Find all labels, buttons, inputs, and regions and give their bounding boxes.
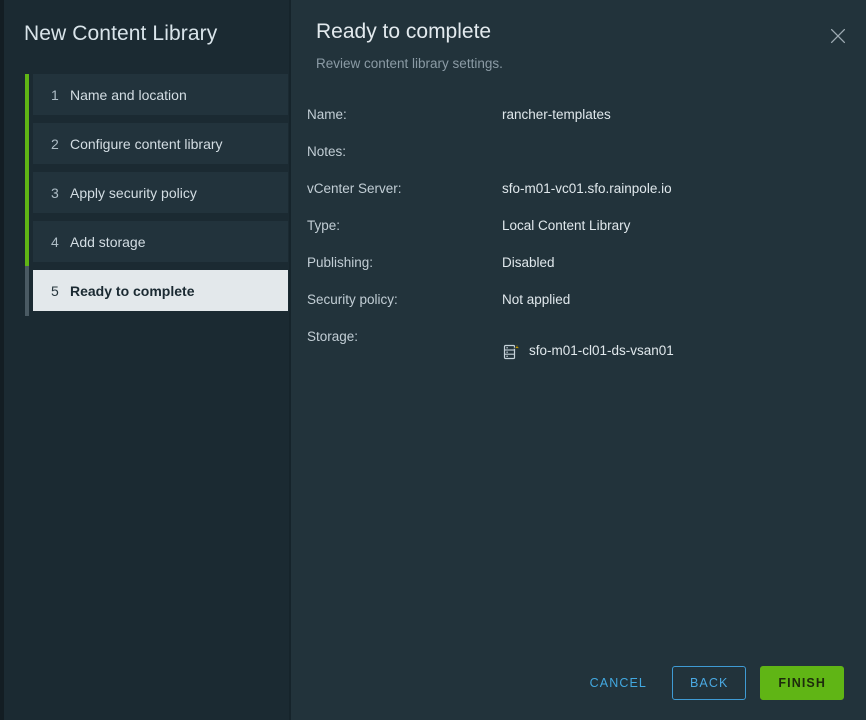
wizard-title: New Content Library xyxy=(24,22,218,45)
step-label: Apply security policy xyxy=(70,184,197,201)
detail-row-publishing: Publishing: Disabled xyxy=(307,252,846,289)
detail-label: Name: xyxy=(307,107,347,122)
step-number: 5 xyxy=(51,282,59,299)
detail-row-vcenter-server: vCenter Server: sfo-m01-vc01.sfo.rainpol… xyxy=(307,178,846,215)
wizard-step-list: 1 Name and location 2 Configure content … xyxy=(0,74,291,319)
sidebar-step-apply-security-policy[interactable]: 3 Apply security policy xyxy=(33,172,288,213)
detail-value: Not applied xyxy=(502,292,571,307)
detail-label: Notes: xyxy=(307,144,347,159)
detail-row-type: Type: Local Content Library xyxy=(307,215,846,252)
storage-value-wrap: sfo-m01-cl01-ds-vsan01 xyxy=(502,340,674,362)
step-progress-rail-current xyxy=(25,266,29,316)
step-label: Add storage xyxy=(70,233,146,250)
step-label: Configure content library xyxy=(70,135,223,152)
step-number: 4 xyxy=(51,233,59,250)
detail-label: Publishing: xyxy=(307,255,374,270)
detail-row-security-policy: Security policy: Not applied xyxy=(307,289,846,326)
sidebar-step-ready-to-complete[interactable]: 5 Ready to complete xyxy=(33,270,288,311)
sidebar-step-configure-content-library[interactable]: 2 Configure content library xyxy=(33,123,288,164)
page-title: Ready to complete xyxy=(316,20,492,43)
detail-label: Storage: xyxy=(307,329,359,344)
detail-value: Disabled xyxy=(502,255,555,270)
wizard-footer: CANCEL BACK FINISH xyxy=(579,666,844,700)
wizard-main-panel: Ready to complete Review content library… xyxy=(291,0,866,720)
summary-details-list: Name: rancher-templates Notes: vCenter S… xyxy=(307,104,846,370)
detail-label: vCenter Server: xyxy=(307,181,402,196)
step-label: Ready to complete xyxy=(70,282,195,299)
close-icon[interactable] xyxy=(826,24,850,48)
datastore-warning-icon xyxy=(502,343,520,361)
detail-value: sfo-m01-vc01.sfo.rainpole.io xyxy=(502,181,672,196)
sidebar-step-name-and-location[interactable]: 1 Name and location xyxy=(33,74,288,115)
detail-label: Type: xyxy=(307,218,341,233)
detail-value: Local Content Library xyxy=(502,218,631,233)
step-label: Name and location xyxy=(70,86,187,103)
window-edge-strip xyxy=(0,0,4,720)
detail-row-notes: Notes: xyxy=(307,141,846,178)
step-progress-rail-completed xyxy=(25,74,29,266)
detail-value: rancher-templates xyxy=(502,107,611,122)
detail-value: sfo-m01-cl01-ds-vsan01 xyxy=(529,343,674,358)
detail-label: Security policy: xyxy=(307,292,398,307)
back-button[interactable]: BACK xyxy=(671,666,747,700)
step-number: 2 xyxy=(51,135,59,152)
detail-row-name: Name: rancher-templates xyxy=(307,104,846,141)
sidebar-step-add-storage[interactable]: 4 Add storage xyxy=(33,221,288,262)
page-subtitle: Review content library settings. xyxy=(316,56,503,71)
step-number: 3 xyxy=(51,184,59,201)
step-number: 1 xyxy=(51,86,59,103)
new-content-library-wizard: New Content Library 1 Name and location … xyxy=(0,0,866,720)
finish-button[interactable]: FINISH xyxy=(760,666,844,700)
wizard-sidebar: New Content Library 1 Name and location … xyxy=(0,0,291,720)
detail-row-storage: Storage: sfo-m01-cl01-ds-vsan01 xyxy=(307,326,846,370)
cancel-button[interactable]: CANCEL xyxy=(579,666,658,700)
